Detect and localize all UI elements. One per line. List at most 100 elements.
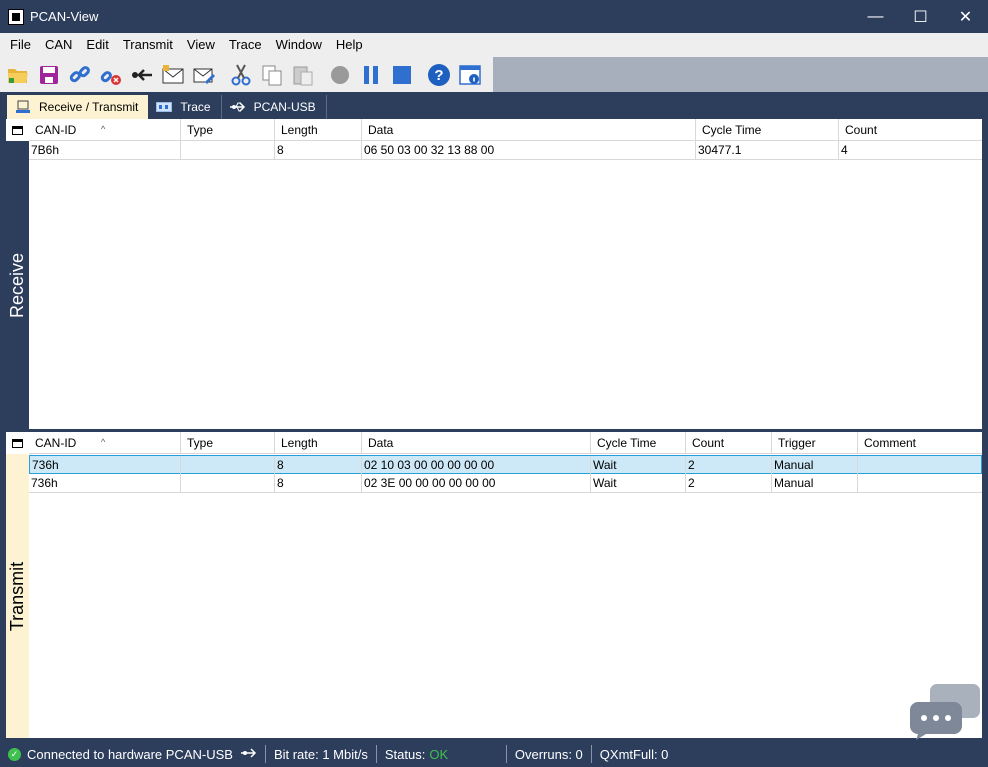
status-value: OK (429, 746, 449, 762)
cell-trigger: Manual (772, 456, 858, 475)
paste-icon[interactable] (289, 61, 317, 89)
copy-icon[interactable] (258, 61, 286, 89)
connection-text: Connected to hardware PCAN-USB (27, 746, 233, 762)
menu-file[interactable]: File (3, 33, 38, 57)
receive-header: CAN-ID ^ Type Length Data Cycle Time Coun… (29, 119, 982, 141)
svg-text:?: ? (434, 67, 443, 84)
cell-comment (858, 474, 982, 493)
col-data[interactable]: Data (362, 432, 591, 454)
disconnect-icon[interactable] (97, 61, 125, 89)
minimize-button[interactable]: — (853, 0, 898, 33)
menu-can[interactable]: CAN (38, 33, 79, 57)
bitrate-status: Bit rate: 1 Mbit/s (266, 745, 377, 763)
transmit-header: CAN-ID ^ Type Length Data Cycle Time Coun… (29, 432, 982, 454)
cell-cycle-time: Wait (591, 456, 686, 475)
menu-trace[interactable]: Trace (222, 33, 269, 57)
menu-help[interactable]: Help (329, 33, 370, 57)
column-chooser-icon[interactable] (6, 119, 29, 141)
transmit-panel: Transmit CAN-ID ^ Type Length Data Cycle … (6, 432, 982, 738)
tab-label: Receive / Transmit (39, 100, 139, 114)
window-controls: — ☐ ✕ (853, 0, 988, 33)
cell-length: 8 (275, 456, 362, 475)
reset-icon[interactable] (128, 61, 156, 89)
menu-bar: File CAN Edit Transmit View Trace Window… (0, 33, 988, 57)
col-type[interactable]: Type (181, 119, 275, 141)
bus-status: Status: OK (377, 745, 507, 763)
col-count[interactable]: Count (839, 119, 982, 141)
col-can-id[interactable]: CAN-ID ^ (29, 119, 181, 141)
table-row[interactable]: 736h 8 02 3E 00 00 00 00 00 00 Wait 2 Ma… (29, 474, 982, 493)
col-cycle-time[interactable]: Cycle Time (591, 432, 686, 454)
cell-type (181, 141, 275, 160)
cell-comment (858, 456, 980, 475)
new-message-icon[interactable] (159, 61, 187, 89)
cell-length: 8 (275, 141, 362, 160)
receive-grid[interactable]: CAN-ID ^ Type Length Data Cycle Time Coun… (6, 119, 982, 429)
cell-count: 4 (841, 143, 848, 157)
status-label: Status: (384, 746, 426, 762)
cell-cycle-time: 30477.1 (696, 141, 839, 160)
tab-trace[interactable]: Trace (148, 95, 222, 119)
open-folder-icon[interactable] (4, 61, 32, 89)
qxmtfull-status: QXmtFull: 0 (599, 746, 669, 762)
connect-icon[interactable] (66, 61, 94, 89)
save-icon[interactable] (35, 61, 63, 89)
cut-icon[interactable] (227, 61, 255, 89)
pause-icon[interactable] (357, 61, 385, 89)
cell-data: 06 50 03 00 32 13 88 00 (362, 141, 696, 160)
close-button[interactable]: ✕ (943, 0, 988, 33)
col-cycle-time[interactable]: Cycle Time (696, 119, 839, 141)
col-trigger[interactable]: Trigger (772, 432, 858, 454)
col-length[interactable]: Length (275, 432, 362, 454)
menu-view[interactable]: View (180, 33, 222, 57)
cell-length: 8 (275, 474, 362, 493)
status-bar: ✓ Connected to hardware PCAN-USB Bit rat… (0, 741, 988, 767)
tab-pcan-usb[interactable]: PCAN-USB (222, 95, 327, 119)
usb-icon (240, 747, 257, 762)
sort-arrow-icon: ^ (101, 437, 106, 447)
sort-arrow-icon: ^ (101, 124, 106, 134)
toolbar: ? (0, 57, 493, 92)
about-icon[interactable] (456, 61, 484, 89)
window-title: PCAN-View (30, 9, 99, 24)
col-can-id[interactable]: CAN-ID ^ (29, 432, 181, 454)
transmit-side-label: Transmit (6, 454, 29, 738)
col-comment[interactable]: Comment (858, 432, 982, 454)
cell-can-id: 736h (30, 456, 181, 475)
cell-can-id: 736h (29, 474, 181, 493)
usb-icon (229, 100, 246, 114)
pcan-app-icon[interactable] (8, 8, 24, 25)
table-row-selected[interactable]: 736h 8 02 10 03 00 00 00 00 00 Wait 2 Ma… (29, 455, 982, 475)
menu-transmit[interactable]: Transmit (116, 33, 180, 57)
check-icon: ✓ (8, 747, 21, 761)
maximize-button[interactable]: ☐ (898, 0, 943, 33)
col-length[interactable]: Length (275, 119, 362, 141)
cell-cycle-time: Wait (591, 474, 686, 493)
col-count[interactable]: Count (686, 432, 772, 454)
toolbar-empty-area (493, 57, 988, 92)
edit-message-icon[interactable] (190, 61, 218, 89)
title-bar: PCAN-View — ☐ ✕ (0, 0, 988, 33)
receive-side-label: Receive (6, 141, 29, 429)
cell-data: 02 10 03 00 00 00 00 00 (362, 456, 591, 475)
cell-count: 2 (686, 456, 772, 475)
stop-icon[interactable] (388, 61, 416, 89)
cell-can-id: 7B6h (29, 141, 181, 160)
help-icon[interactable]: ? (425, 61, 453, 89)
menu-window[interactable]: Window (269, 33, 329, 57)
col-data[interactable]: Data (362, 119, 696, 141)
overruns-status: Overruns: 0 (507, 745, 592, 763)
chat-bubble-icon[interactable] (908, 684, 980, 740)
cell-trigger: Manual (772, 474, 858, 493)
col-type[interactable]: Type (181, 432, 275, 454)
tab-label: PCAN-USB (253, 100, 316, 114)
column-chooser-icon[interactable] (6, 432, 29, 454)
cell-type (181, 456, 275, 475)
cell-data: 02 3E 00 00 00 00 00 00 (362, 474, 591, 493)
computer-icon (15, 100, 31, 114)
transmit-grid[interactable]: CAN-ID ^ Type Length Data Cycle Time Coun… (6, 432, 982, 738)
menu-edit[interactable]: Edit (79, 33, 115, 57)
table-row[interactable]: 7B6h 8 06 50 03 00 32 13 88 00 30477.1 4 (29, 141, 982, 160)
tab-receive-transmit[interactable]: Receive / Transmit (7, 95, 149, 119)
record-icon[interactable] (326, 61, 354, 89)
